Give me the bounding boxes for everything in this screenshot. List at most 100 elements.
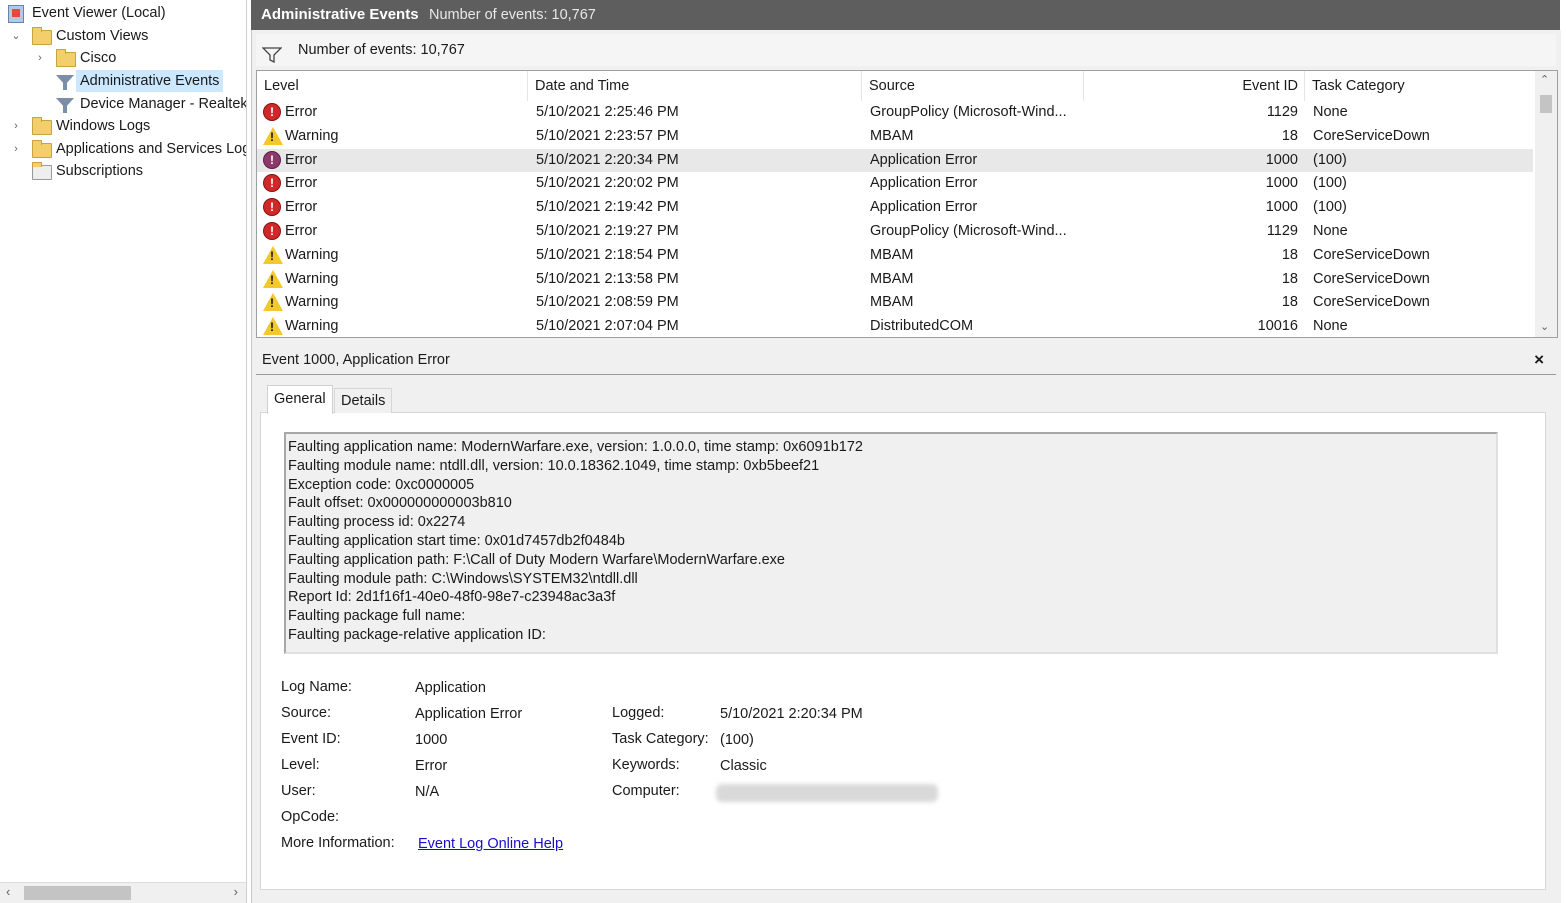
cell-date-time: 5/10/2021 2:18:54 PM [536, 246, 679, 263]
chevron-down-icon[interactable]: ⌄ [10, 25, 22, 47]
description-line: Report Id: 2d1f16f1-40e0-48f0-98e7-c2394… [288, 589, 616, 606]
tree-item-label: Device Manager - Realtek [80, 96, 247, 112]
event-log-online-help-link[interactable]: Event Log Online Help [418, 834, 563, 854]
cell-level: Error [285, 104, 318, 120]
tree-item-label: Subscriptions [56, 163, 144, 179]
table-row[interactable]: Warning 5/10/2021 2:23:57 PM MBAM 18 CoreSer… [257, 125, 1533, 149]
table-row[interactable]: ! Error 5/10/2021 2:20:34 PM Application Er… [257, 148, 1533, 173]
table-row[interactable]: ! Error 5/10/2021 2:19:27 PM GroupPolicy (M… [257, 220, 1533, 244]
column-header-level[interactable]: Level [257, 71, 528, 101]
error-icon: ! [263, 103, 281, 121]
cell-task-category: None [1313, 318, 1348, 335]
tree-item-label: Cisco [80, 50, 117, 66]
view-title: Administrative Events [261, 6, 419, 23]
cell-date-time: 5/10/2021 2:13:58 PM [536, 270, 679, 287]
field-value-event-id: 1000 [415, 732, 448, 748]
column-header-event-id[interactable]: Event ID [1084, 71, 1305, 101]
table-row[interactable]: ! Error 5/10/2021 2:19:42 PM Application Er… [257, 196, 1533, 220]
cell-task-category: (100) [1313, 175, 1347, 192]
warning-icon [263, 293, 283, 312]
table-row[interactable]: Warning 5/10/2021 2:07:04 PM DistributedCO… [257, 315, 1533, 337]
warning-icon [263, 126, 283, 145]
cell-task-category: (100) [1313, 151, 1347, 168]
horizontal-scrollbar[interactable]: ‹ › [0, 882, 246, 903]
event-viewer-icon [8, 5, 26, 23]
field-value-source: Application Error [415, 706, 523, 722]
description-line: Faulting package full name: [288, 608, 466, 625]
cell-level: Warning [285, 127, 339, 144]
scroll-left-arrow-icon[interactable]: ‹ [6, 884, 10, 899]
table-row[interactable]: Warning 5/10/2021 2:08:59 PM MBAM 18 CoreSer… [257, 291, 1533, 315]
cell-source: DistributedCOM [870, 318, 974, 335]
description-line: Faulting process id: 0x2274 [288, 514, 466, 531]
table-row[interactable]: Warning 5/10/2021 2:13:58 PM MBAM 18 CoreSer… [257, 268, 1533, 292]
description-line: Faulting module path: C:\Windows\SYSTEM3… [288, 570, 638, 587]
chevron-right-icon[interactable]: › [10, 138, 22, 160]
field-value-logged: 5/10/2021 2:20:34 PM [720, 706, 863, 722]
event-description[interactable]: Faulting application name: ModernWarfare… [284, 432, 1498, 654]
description-line: Fault offset: 0x000000000003b810 [288, 495, 512, 512]
column-header-source[interactable]: Source [862, 71, 1084, 101]
field-value-log-name: Application [415, 680, 486, 696]
events-table: Level Date and Time Source Event ID Task… [256, 70, 1558, 338]
cell-date-time: 5/10/2021 2:25:46 PM [536, 104, 679, 120]
field-label-more-information: More Information: [281, 835, 395, 851]
cell-event-id: 18 [1281, 294, 1298, 311]
cell-event-id: 10016 [1257, 318, 1298, 335]
cell-task-category: None [1313, 104, 1348, 120]
field-value-level: Error [415, 758, 448, 774]
scrollbar-thumb[interactable] [1540, 95, 1552, 113]
field-value-keywords: Classic [720, 758, 767, 774]
cell-source: GroupPolicy (Microsoft-Wind... [870, 223, 1067, 239]
chevron-right-icon[interactable]: › [34, 47, 46, 69]
description-line: Faulting module name: ntdll.dll, version… [288, 457, 820, 474]
tree-item-label: Administrative Events [76, 70, 224, 92]
cell-level: Error [285, 199, 318, 216]
filter-icon [56, 96, 74, 113]
error-icon: ! [263, 222, 281, 240]
scroll-down-arrow-icon[interactable]: ⌄ [1540, 320, 1549, 333]
table-row[interactable]: Warning 5/10/2021 2:18:54 PM MBAM 18 CoreSer… [257, 244, 1533, 268]
scrollbar-thumb[interactable] [24, 886, 131, 900]
cell-source: Application Error [870, 199, 978, 216]
field-label-user: User: [281, 783, 316, 799]
chevron-right-icon[interactable]: › [10, 115, 22, 137]
error-icon: ! [263, 150, 281, 169]
cell-event-id: 1129 [1266, 223, 1298, 239]
column-header-date-time[interactable]: Date and Time [528, 71, 862, 101]
error-icon: ! [263, 174, 281, 193]
cell-level: Error [285, 175, 318, 192]
subscriptions-icon [32, 162, 52, 180]
field-label-log-name: Log Name: [281, 679, 352, 695]
cell-event-id: 1000 [1265, 199, 1298, 216]
cell-level: Warning [285, 294, 339, 311]
warning-icon [263, 245, 283, 264]
filter-icon [56, 73, 74, 90]
tab-general[interactable]: General [267, 385, 333, 414]
folder-icon [32, 140, 52, 158]
cell-date-time: 5/10/2021 2:07:04 PM [536, 318, 679, 335]
cell-date-time: 5/10/2021 2:19:27 PM [536, 223, 679, 239]
table-row[interactable]: ! Error 5/10/2021 2:25:46 PM GroupPolicy (M… [257, 101, 1533, 125]
view-event-count: Number of events: 10,767 [429, 7, 596, 23]
field-label-keywords: Keywords: [612, 757, 680, 773]
field-value-task-category: (100) [720, 732, 754, 748]
description-line: Faulting application name: ModernWarfare… [288, 439, 863, 455]
tree-item-label: Windows Logs [56, 118, 151, 134]
table-row[interactable]: ! Error 5/10/2021 2:20:02 PM Application Er… [257, 172, 1533, 196]
field-label-task-category: Task Category: [612, 731, 709, 747]
vertical-scrollbar[interactable]: ⌃ ⌄ [1535, 71, 1557, 337]
cell-date-time: 5/10/2021 2:20:02 PM [536, 175, 679, 192]
cell-task-category: (100) [1313, 199, 1347, 216]
view-header: Administrative Events Number of events: … [251, 0, 1560, 30]
cell-date-time: 5/10/2021 2:19:42 PM [536, 199, 679, 216]
cell-task-category: CoreServiceDown [1313, 246, 1430, 263]
tab-details[interactable]: Details [334, 388, 393, 413]
tree-item-label: Event Viewer (Local) [32, 5, 166, 21]
close-icon[interactable]: × [1534, 346, 1544, 374]
column-header-task-category[interactable]: Task Category [1305, 71, 1533, 101]
field-label-level: Level: [281, 757, 320, 773]
cell-level: Warning [285, 246, 339, 263]
scroll-up-arrow-icon[interactable]: ⌃ [1540, 73, 1549, 86]
scroll-right-arrow-icon[interactable]: › [234, 884, 238, 899]
